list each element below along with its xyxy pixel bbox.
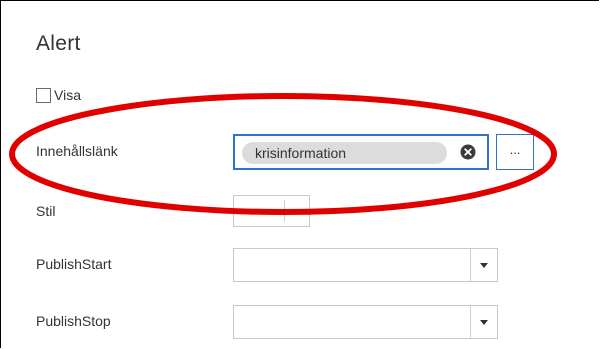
publish-start-select[interactable] — [233, 248, 498, 282]
publish-stop-label: PublishStop — [36, 313, 111, 329]
panel-frame — [0, 0, 599, 348]
visa-checkbox-row[interactable]: Visa — [36, 86, 81, 104]
caret-down-icon — [294, 209, 302, 214]
select-divider — [284, 200, 285, 222]
visa-checkbox[interactable] — [36, 87, 51, 103]
panel-title: Alert — [36, 32, 81, 55]
select-divider — [470, 306, 471, 338]
publish-start-label: PublishStart — [36, 256, 112, 272]
style-label: Stil — [36, 203, 56, 219]
style-select[interactable] — [233, 195, 310, 227]
caret-down-icon — [480, 320, 488, 325]
visa-label: Visa — [54, 87, 81, 103]
content-link-field[interactable]: krisinformation — [233, 134, 489, 170]
browse-button[interactable]: ... — [496, 134, 534, 170]
publish-stop-select[interactable] — [233, 305, 498, 339]
close-circle-icon[interactable] — [460, 144, 476, 160]
content-link-label: Innehållslänk — [36, 143, 118, 159]
content-link-tag: krisinformation — [242, 142, 447, 164]
caret-down-icon — [480, 263, 488, 268]
select-divider — [470, 249, 471, 281]
